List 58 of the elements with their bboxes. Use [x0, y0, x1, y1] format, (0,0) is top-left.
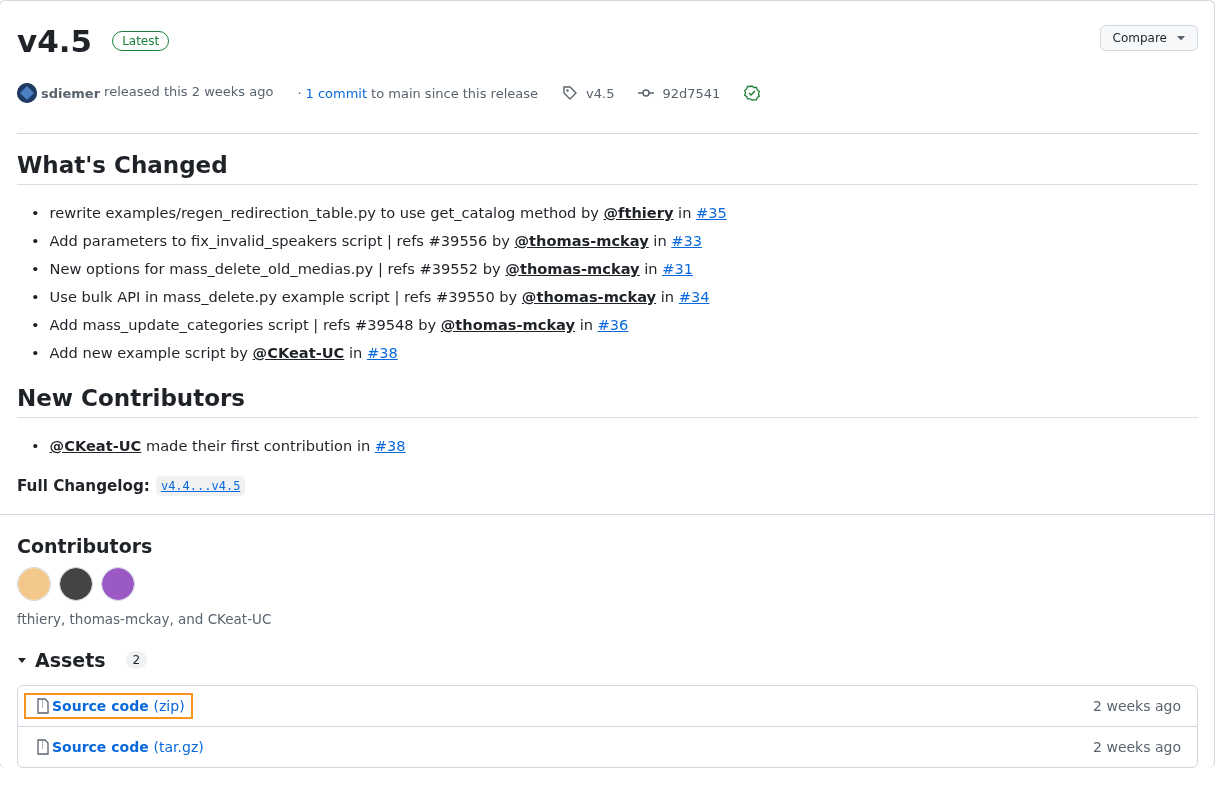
- pull-request-link[interactable]: #38: [366, 344, 398, 361]
- contributor-avatar-icon[interactable]: [101, 567, 135, 601]
- pull-request-link[interactable]: #31: [662, 260, 693, 277]
- asset-link[interactable]: Source code (zip): [24, 693, 193, 719]
- release-title: v4.5: [17, 23, 93, 59]
- contributor-item: @CKeat-UC made their first contribution in #38: [49, 436, 406, 456]
- user-link[interactable]: @thomas-mckay: [514, 232, 649, 249]
- zip-file-icon: [36, 698, 50, 714]
- pull-request-link[interactable]: #36: [597, 316, 629, 333]
- pull-request-link[interactable]: #38: [374, 437, 406, 454]
- change-item: Add parameters to fix_invalid_speakers script | refs #39556 by @thomas-mckay in #33: [49, 231, 703, 252]
- bullet: •: [31, 231, 40, 251]
- change-item: New options for mass_delete_old_medias.py | refs #39552 by @thomas-mckay in #31: [49, 259, 693, 280]
- user-link[interactable]: @thomas-mckay: [521, 288, 657, 305]
- asset-link[interactable]: Source code (tar.gz): [24, 734, 212, 760]
- collapse-triangle-icon[interactable]: [17, 655, 27, 665]
- commit-link[interactable]: 92d7541: [638, 85, 721, 101]
- tag-icon: [562, 85, 579, 101]
- author-link[interactable]: sdiemer: [41, 85, 101, 101]
- assets-heading[interactable]: Assets: [35, 649, 106, 671]
- zip-file-icon: [36, 739, 50, 755]
- section-heading: New Contributors: [17, 385, 1198, 418]
- asset-time: 2 weeks ago: [1093, 698, 1181, 714]
- user-link[interactable]: @thomas-mckay: [505, 260, 640, 277]
- pull-request-link[interactable]: #33: [671, 232, 703, 249]
- contributor-avatar-icon[interactable]: [59, 567, 93, 601]
- change-item: Add mass_update_categories script | refs #39548 by @thomas-mckay in #36: [49, 315, 629, 336]
- separator-dot: ·: [297, 85, 302, 101]
- change-item: rewrite examples/regen_redirection_table.py to use get_catalog method by @fthiery in #35: [49, 203, 727, 223]
- section-heading: What's Changed: [17, 152, 1198, 185]
- bullet: •: [31, 203, 40, 223]
- assets-count: 2: [125, 651, 148, 669]
- full-changelog-label: Full Changelog:: [17, 477, 150, 495]
- bullet: •: [31, 436, 40, 456]
- verified-icon[interactable]: [744, 85, 761, 101]
- bullet: •: [31, 287, 40, 307]
- commits-text: to main since this release: [371, 85, 539, 101]
- bullet: •: [31, 315, 40, 335]
- pull-request-link[interactable]: #34: [678, 288, 710, 305]
- tag-link[interactable]: v4.5: [562, 85, 615, 101]
- asset-time: 2 weeks ago: [1093, 739, 1181, 755]
- contributors-heading: Contributors: [17, 535, 154, 557]
- user-link[interactable]: @CKeat-UC: [49, 437, 142, 454]
- pull-request-link[interactable]: #35: [696, 204, 727, 221]
- contributor-names: fthiery, thomas-mckay, and CKeat-UC: [17, 611, 273, 627]
- author-avatar-icon[interactable]: [17, 83, 37, 103]
- caret-icon[interactable]: [1177, 35, 1185, 41]
- commits-link[interactable]: 1 commit: [305, 85, 368, 101]
- change-item: Add new example script by @CKeat-UC in #38: [49, 343, 398, 363]
- user-link[interactable]: @fthiery: [603, 204, 674, 221]
- bullet: •: [31, 259, 40, 279]
- user-link[interactable]: @CKeat-UC: [252, 344, 345, 361]
- changelog-link[interactable]: v4.4...v4.5: [155, 476, 246, 496]
- bullet: •: [31, 343, 40, 363]
- user-link[interactable]: @thomas-mckay: [440, 316, 575, 333]
- change-item: Use bulk API in mass_delete.py example script | refs #39550 by @thomas-mckay in #34: [49, 287, 710, 308]
- release-time: released this 2 weeks ago: [104, 83, 274, 99]
- compare-button[interactable]: Compare: [1099, 25, 1198, 51]
